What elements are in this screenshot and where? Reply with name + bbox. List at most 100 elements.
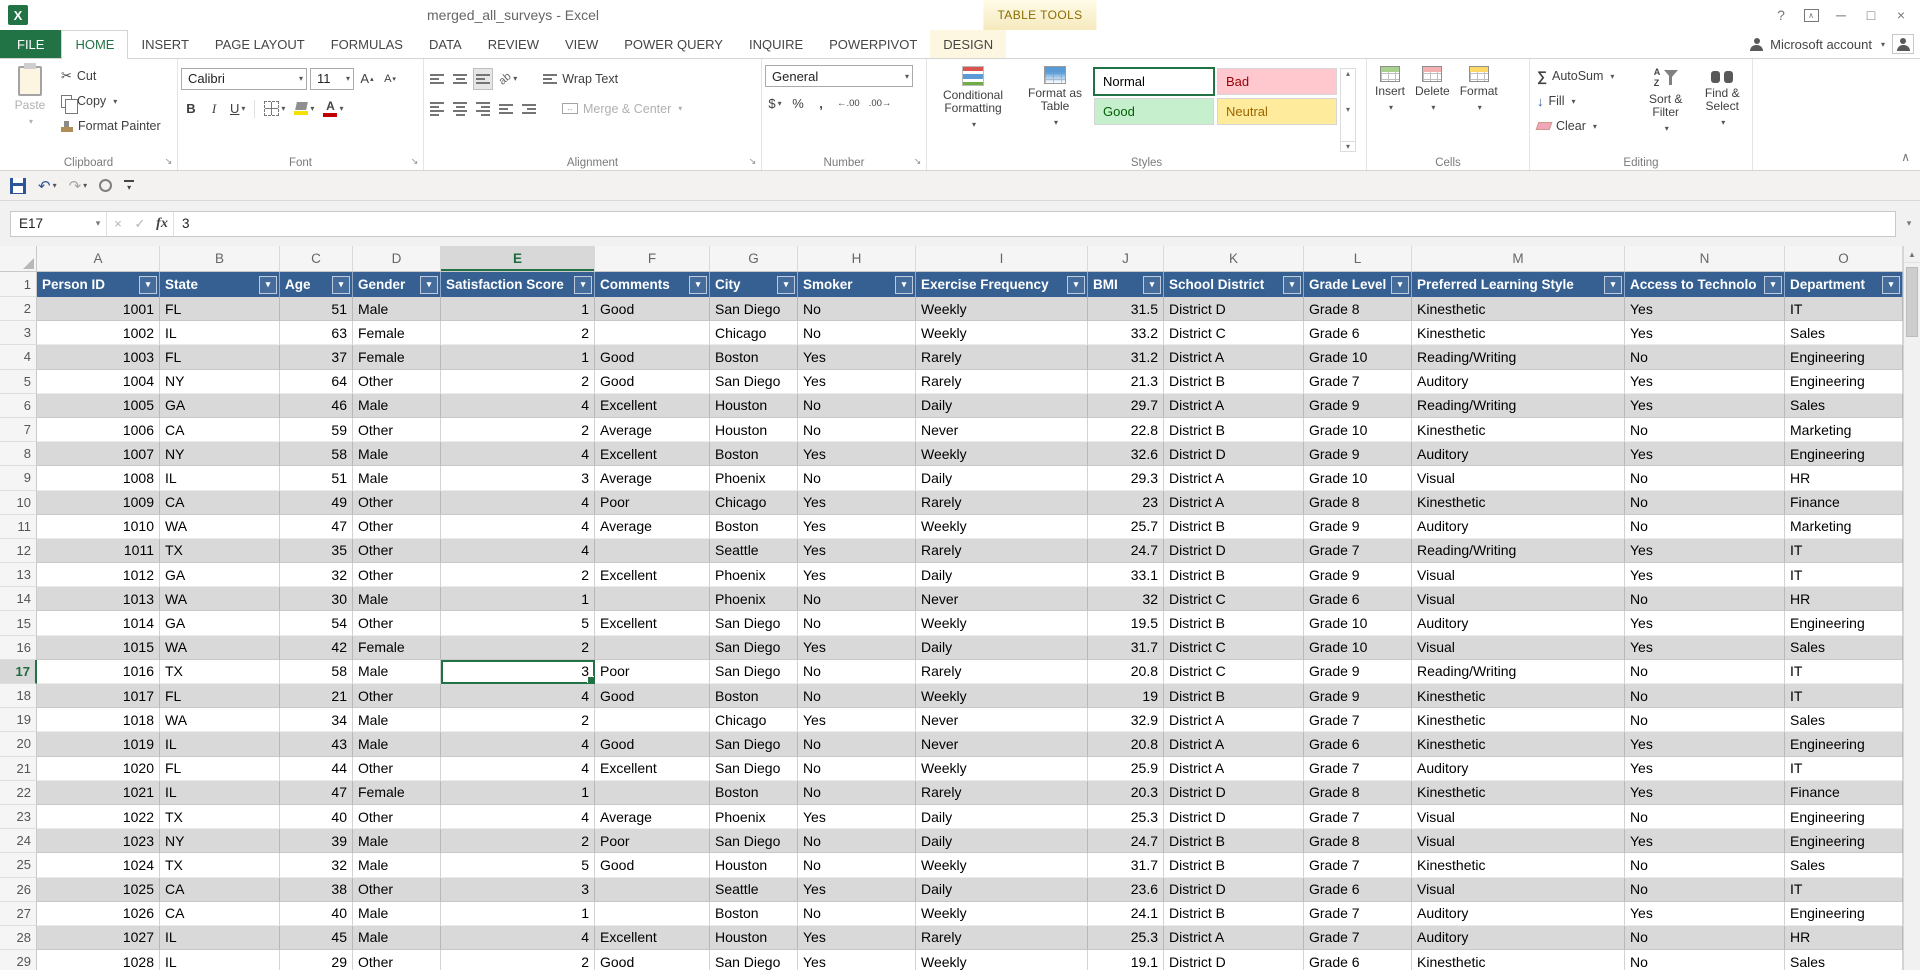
cell-D24[interactable]: Male — [353, 829, 441, 854]
cell-K6[interactable]: District A — [1164, 393, 1304, 418]
cell-H11[interactable]: Yes — [798, 514, 916, 539]
cell-A18[interactable]: 1017 — [37, 684, 160, 709]
save-button[interactable] — [10, 177, 26, 194]
cell-L16[interactable]: Grade 10 — [1304, 635, 1412, 660]
cell-A4[interactable]: 1003 — [37, 345, 160, 370]
row-header-19[interactable]: 19 — [0, 708, 37, 733]
cell-G13[interactable]: Phoenix — [710, 563, 798, 588]
cell-H8[interactable]: Yes — [798, 442, 916, 467]
cell-K17[interactable]: District C — [1164, 659, 1304, 684]
cell-N16[interactable]: Yes — [1625, 635, 1785, 660]
tab-inquire[interactable]: INQUIRE — [736, 30, 816, 58]
cell-K10[interactable]: District A — [1164, 490, 1304, 515]
cell-I25[interactable]: Weekly — [916, 853, 1088, 878]
gallery-up-button[interactable]: ▴ — [1346, 69, 1350, 78]
cell-H4[interactable]: Yes — [798, 345, 916, 370]
orientation-button[interactable]: ab ▾ — [496, 68, 520, 90]
filter-button[interactable]: ▾ — [139, 275, 157, 294]
filter-button[interactable]: ▾ — [332, 275, 350, 294]
cell-E25[interactable]: 5 — [441, 853, 595, 878]
cell-E14[interactable]: 1 — [441, 587, 595, 612]
cell-D18[interactable]: Other — [353, 684, 441, 709]
cell-D20[interactable]: Male — [353, 732, 441, 757]
row-header-13[interactable]: 13 — [0, 563, 37, 588]
cell-N25[interactable]: No — [1625, 853, 1785, 878]
cell-H20[interactable]: No — [798, 732, 916, 757]
cell-A14[interactable]: 1013 — [37, 587, 160, 612]
cell-B8[interactable]: NY — [160, 442, 280, 467]
cell-C11[interactable]: 47 — [280, 514, 353, 539]
cell-C14[interactable]: 30 — [280, 587, 353, 612]
cell-H3[interactable]: No — [798, 321, 916, 346]
cell-N21[interactable]: Yes — [1625, 756, 1785, 781]
cell-I4[interactable]: Rarely — [916, 345, 1088, 370]
cell-A5[interactable]: 1004 — [37, 369, 160, 394]
cell-A20[interactable]: 1019 — [37, 732, 160, 757]
cell-A16[interactable]: 1015 — [37, 635, 160, 660]
cell-D12[interactable]: Other — [353, 538, 441, 564]
cell-O7[interactable]: Marketing — [1785, 417, 1903, 443]
cell-B15[interactable]: GA — [160, 611, 280, 636]
cell-style-neutral[interactable]: Neutral — [1217, 98, 1337, 125]
col-header-preferred-learning-style[interactable]: Preferred Learning Style ▾ — [1412, 272, 1625, 297]
cell-D26[interactable]: Other — [353, 877, 441, 902]
tab-view[interactable]: VIEW — [552, 30, 611, 58]
cell-J25[interactable]: 31.7 — [1088, 853, 1164, 878]
cell-N26[interactable]: No — [1625, 877, 1785, 902]
wrap-text-button[interactable]: Wrap Text — [539, 68, 622, 90]
undo-button[interactable]: ↶ ▾ — [38, 177, 57, 195]
cell-L12[interactable]: Grade 7 — [1304, 538, 1412, 564]
cell-O19[interactable]: Sales — [1785, 708, 1903, 733]
cell-O24[interactable]: Engineering — [1785, 829, 1903, 854]
cell-G16[interactable]: San Diego — [710, 635, 798, 660]
cell-A7[interactable]: 1006 — [37, 417, 160, 443]
filter-button[interactable]: ▾ — [1067, 275, 1085, 294]
cell-H16[interactable]: Yes — [798, 635, 916, 660]
filter-button[interactable]: ▾ — [777, 275, 795, 294]
cell-H14[interactable]: No — [798, 587, 916, 612]
cell-D9[interactable]: Male — [353, 466, 441, 491]
cell-C22[interactable]: 47 — [280, 780, 353, 805]
cell-B29[interactable]: IL — [160, 950, 280, 970]
cell-K7[interactable]: District B — [1164, 417, 1304, 443]
cell-C8[interactable]: 58 — [280, 442, 353, 467]
row-header-23[interactable]: 23 — [0, 804, 37, 830]
cell-G5[interactable]: San Diego — [710, 369, 798, 394]
cell-M26[interactable]: Visual — [1412, 877, 1625, 902]
filter-button[interactable]: ▾ — [689, 275, 707, 294]
cell-N14[interactable]: No — [1625, 587, 1785, 612]
cell-B21[interactable]: FL — [160, 756, 280, 781]
cell-O26[interactable]: IT — [1785, 877, 1903, 902]
cell-H23[interactable]: Yes — [798, 804, 916, 830]
comma-style-button[interactable]: , — [811, 93, 831, 115]
formula-input[interactable]: 3 — [173, 211, 1895, 236]
cell-I3[interactable]: Weekly — [916, 321, 1088, 346]
cell-I12[interactable]: Rarely — [916, 538, 1088, 564]
cell-C24[interactable]: 39 — [280, 829, 353, 854]
cell-C21[interactable]: 44 — [280, 756, 353, 781]
column-header-F[interactable]: F — [595, 246, 710, 271]
cell-K29[interactable]: District D — [1164, 950, 1304, 970]
cell-N7[interactable]: No — [1625, 417, 1785, 443]
cell-F19[interactable] — [595, 708, 710, 733]
cell-H26[interactable]: Yes — [798, 877, 916, 902]
cell-F16[interactable] — [595, 635, 710, 660]
cell-K25[interactable]: District B — [1164, 853, 1304, 878]
cell-K13[interactable]: District B — [1164, 563, 1304, 588]
cell-A3[interactable]: 1002 — [37, 321, 160, 346]
cell-G15[interactable]: San Diego — [710, 611, 798, 636]
cell-E2[interactable]: 1 — [441, 297, 595, 322]
row-header-16[interactable]: 16 — [0, 635, 37, 660]
cell-B2[interactable]: FL — [160, 297, 280, 322]
cell-A27[interactable]: 1026 — [37, 901, 160, 926]
column-header-K[interactable]: K — [1164, 246, 1304, 271]
cell-E18[interactable]: 4 — [441, 684, 595, 709]
cell-N5[interactable]: Yes — [1625, 369, 1785, 394]
column-header-C[interactable]: C — [280, 246, 353, 271]
cell-M20[interactable]: Kinesthetic — [1412, 732, 1625, 757]
row-header-12[interactable]: 12 — [0, 538, 37, 564]
cell-A10[interactable]: 1009 — [37, 490, 160, 515]
cell-O10[interactable]: Finance — [1785, 490, 1903, 515]
cell-A24[interactable]: 1023 — [37, 829, 160, 854]
col-header-smoker[interactable]: Smoker ▾ — [798, 272, 916, 297]
